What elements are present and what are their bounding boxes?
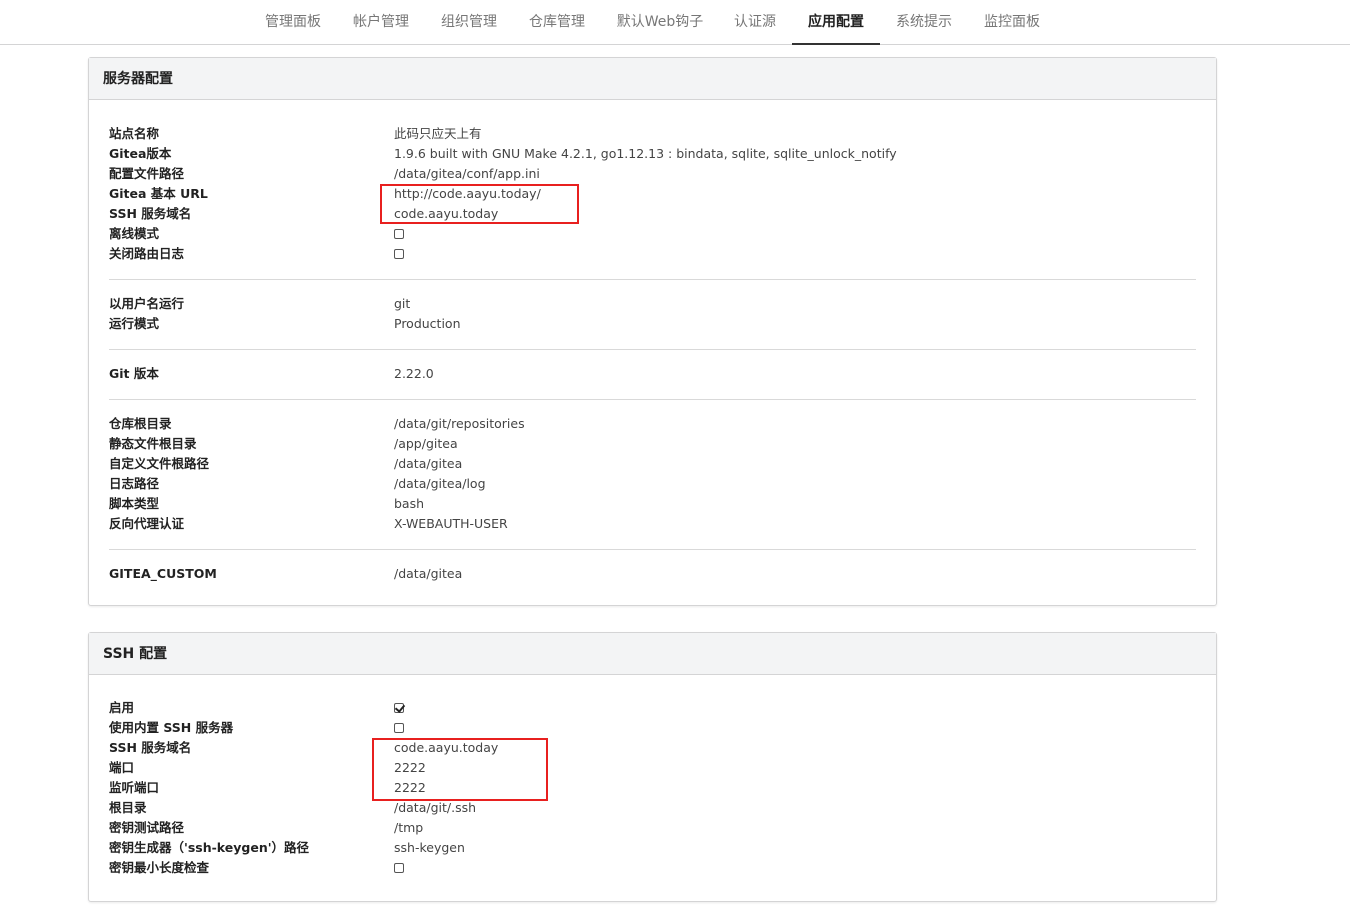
- config-value: /data/git/repositories: [394, 416, 525, 431]
- config-value: 2.22.0: [394, 366, 434, 381]
- config-value: /app/gitea: [394, 436, 458, 451]
- section-divider: [109, 349, 1196, 350]
- config-value: 此码只应天上有: [394, 126, 482, 141]
- config-key: 反向代理认证: [109, 516, 185, 531]
- config-value: /data/git/.ssh: [394, 800, 477, 815]
- config-key: 关闭路由日志: [109, 246, 185, 261]
- tab-users[interactable]: 帐户管理: [344, 0, 418, 45]
- config-key: 密钥测试路径: [109, 820, 185, 835]
- config-key: 仓库根目录: [109, 416, 172, 431]
- config-value: http://code.aayu.today/: [394, 186, 541, 201]
- config-value: /data/gitea: [394, 566, 463, 581]
- config-value: git: [394, 296, 411, 311]
- tab-repositories[interactable]: 仓库管理: [520, 0, 594, 45]
- checkbox-unchecked-icon: [394, 863, 404, 873]
- config-value: /data/gitea/log: [394, 476, 486, 491]
- ssh-config-title: SSH 配置: [89, 633, 1216, 675]
- config-key: 端口: [109, 760, 135, 775]
- config-key: 配置文件路径: [109, 166, 185, 181]
- config-key: SSH 服务域名: [109, 740, 192, 755]
- config-key: 日志路径: [109, 476, 160, 491]
- config-value: X-WEBAUTH-USER: [394, 516, 508, 531]
- tab-authentication-sources[interactable]: 认证源: [724, 0, 786, 45]
- admin-nav-menu: 管理面板 帐户管理 组织管理 仓库管理 默认Web钩子 认证源 应用配置 系统提…: [0, 0, 1350, 45]
- config-key: 脚本类型: [109, 496, 160, 511]
- config-value: bash: [394, 496, 425, 511]
- config-key: Git 版本: [109, 366, 159, 381]
- checkbox-unchecked-icon: [394, 229, 404, 239]
- config-key: 运行模式: [109, 316, 160, 331]
- config-key: 根目录: [109, 800, 147, 815]
- config-key: 密钥最小长度检查: [109, 860, 210, 875]
- config-value: ssh-keygen: [394, 840, 465, 855]
- config-value: 1.9.6 built with GNU Make 4.2.1, go1.12.…: [394, 146, 897, 161]
- config-key: SSH 服务域名: [109, 206, 192, 221]
- config-key: 监听端口: [109, 780, 160, 795]
- tab-organizations[interactable]: 组织管理: [432, 0, 506, 45]
- ssh-config-panel: SSH 配置 启用 使用内置 SSH 服务器 SSH 服务域名 code.aay…: [88, 632, 1217, 902]
- config-key: 静态文件根目录: [109, 436, 197, 451]
- checkbox-checked-icon: [394, 703, 404, 713]
- tab-monitor[interactable]: 监控面板: [975, 0, 1049, 45]
- config-value: /data/gitea: [394, 456, 463, 471]
- server-config-title: 服务器配置: [89, 58, 1216, 100]
- tab-configuration[interactable]: 应用配置: [792, 0, 880, 45]
- checkbox-unchecked-icon: [394, 723, 404, 733]
- config-value: /data/gitea/conf/app.ini: [394, 166, 540, 181]
- tab-default-webhooks[interactable]: 默认Web钩子: [608, 0, 712, 45]
- config-key: GITEA_CUSTOM: [109, 566, 217, 581]
- config-value: Production: [394, 316, 461, 331]
- config-value: code.aayu.today: [394, 740, 499, 755]
- config-value: 2222: [394, 760, 426, 775]
- config-key: 以用户名运行: [109, 296, 185, 311]
- config-key: Gitea版本: [109, 146, 172, 161]
- config-key: Gitea 基本 URL: [109, 186, 208, 201]
- tab-dashboard[interactable]: 管理面板: [256, 0, 330, 45]
- section-divider: [109, 399, 1196, 400]
- config-key: 使用内置 SSH 服务器: [109, 720, 234, 735]
- config-value: code.aayu.today: [394, 206, 499, 221]
- section-divider: [109, 549, 1196, 550]
- config-value: /tmp: [394, 820, 424, 835]
- checkbox-unchecked-icon: [394, 249, 404, 259]
- config-key: 站点名称: [109, 126, 160, 141]
- config-key: 自定义文件根路径: [109, 456, 210, 471]
- config-value: 2222: [394, 780, 426, 795]
- tab-system-notices[interactable]: 系统提示: [887, 0, 961, 45]
- config-key: 启用: [109, 700, 135, 715]
- config-key: 离线模式: [109, 226, 160, 241]
- server-config-panel: 服务器配置 站点名称 此码只应天上有 Gitea版本 1.9.6 built w…: [88, 57, 1217, 606]
- section-divider: [109, 279, 1196, 280]
- config-key: 密钥生成器（'ssh-keygen'）路径: [109, 840, 310, 855]
